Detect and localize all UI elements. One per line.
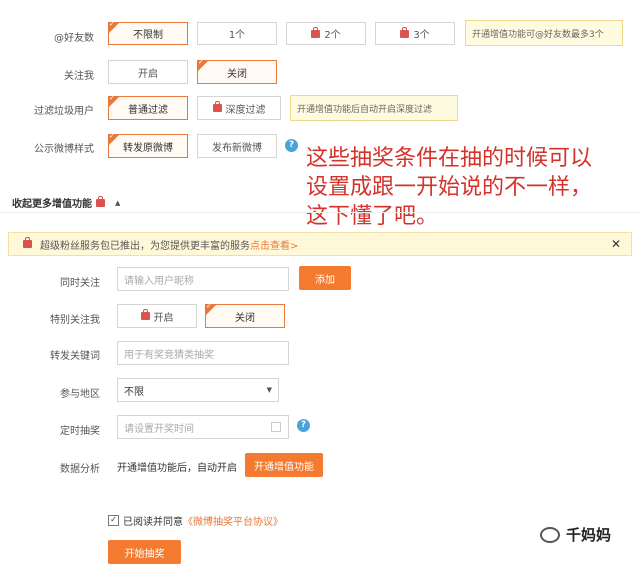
friends-option-2[interactable]: 2个 [286,22,366,45]
publish-option-repost-label: 转发原微博 [123,142,173,154]
region-value: 不限 [124,386,144,398]
sim-follow-placeholder: 请输入用户昵称 [124,275,194,287]
spam-label: 过滤垃圾用户 [34,106,94,117]
lock-icon [400,26,410,38]
chevron-up-icon: ▲ [115,198,121,207]
spam-option-normal-label: 普通过滤 [128,104,168,116]
special-follow-option-on[interactable]: 开启 [117,304,197,328]
region-label: 参与地区 [60,389,100,400]
annotation-text: 这些抽奖条件在抽的时候可以 设置成跟一开始说的不一样， 这下懂了吧。 [306,144,636,231]
analysis-label: 数据分析 [60,464,100,475]
friends-option-unlimited-label: 不限制 [133,30,163,41]
follow-option-on-label: 开启 [138,68,158,80]
annotation-line-2: 设置成跟一开始说的不一样， [306,175,593,200]
help-icon[interactable]: ? [285,139,298,152]
chevron-down-icon: ▼ [266,386,272,394]
special-follow-option-off-label: 关闭 [235,312,255,324]
wechat-icon [540,526,560,543]
promo-banner-link[interactable]: 点击查看> [250,237,298,252]
lock-icon [23,237,32,248]
close-icon[interactable]: ✕ [611,237,621,251]
lock-icon [311,26,321,38]
promo-banner-text: 超级粉丝服务包已推出，为您提供更丰富的服务 [40,240,250,252]
timer-placeholder: 请设置开奖时间 [124,423,194,435]
spam-tip-text: 开通增值功能后自动开启深度过滤 [297,104,433,115]
start-lottery-button[interactable]: 开始抽奖 [108,540,181,564]
agreement-checkbox[interactable]: ✓ [108,515,119,526]
help-icon[interactable]: ? [297,419,310,432]
add-button[interactable]: 添加 [299,266,351,290]
sim-follow-label: 同时关注 [60,278,100,289]
calendar-icon[interactable] [271,422,281,432]
friends-option-2-label: 2个 [324,30,341,41]
friends-option-unlimited[interactable]: 不限制 [108,20,188,45]
lock-icon [96,195,105,207]
spam-option-deep[interactable]: 深度过滤 [197,96,281,120]
special-follow-option-on-label: 开启 [153,312,174,324]
friends-option-3[interactable]: 3个 [375,22,455,45]
agreement-row: ✓ 已阅读并同意 《微博抽奖平台协议》 [108,513,283,528]
analysis-text: 开通增值功能后，自动开启 [117,463,237,474]
annotation-line-1: 这些抽奖条件在抽的时候可以 [306,146,593,171]
watermark-text: 千妈妈 [566,526,612,544]
friends-tip: 开通增值功能可@好友数最多3个 [465,20,623,46]
publish-option-new-label: 发布新微博 [212,142,262,154]
friends-option-1-label: 1个 [228,30,246,41]
friends-option-1[interactable]: 1个 [197,22,277,45]
timer-input[interactable]: 请设置开奖时间 [117,415,289,439]
keyword-placeholder: 用于有奖竞猜类抽奖 [124,349,214,361]
region-select[interactable]: 不限 ▼ [117,378,279,402]
lock-icon [212,101,222,112]
follow-option-on[interactable]: 开启 [108,60,188,84]
promo-banner: 超级粉丝服务包已推出，为您提供更丰富的服务 点击查看> ✕ [8,232,632,256]
friends-label: @好友数 [54,33,94,44]
friends-tip-text: 开通增值功能可@好友数最多3个 [472,29,604,40]
special-follow-option-off[interactable]: 关闭 [205,302,285,328]
keyword-label: 转发关键词 [50,351,100,362]
collapse-toggle[interactable]: 收起更多增值功能 ▲ [12,195,120,210]
friends-option-3-label: 3个 [413,30,430,41]
watermark: 千妈妈 [540,524,611,545]
special-follow-label: 特别关注我 [50,315,100,326]
spam-option-normal[interactable]: 普通过滤 [108,94,188,120]
keyword-input[interactable]: 用于有奖竞猜类抽奖 [117,341,289,365]
follow-option-off[interactable]: 关闭 [197,58,277,84]
agreement-link[interactable]: 《微博抽奖平台协议》 [183,513,283,528]
publish-option-repost[interactable]: 转发原微博 [108,132,188,158]
timer-label: 定时抽奖 [60,426,100,437]
annotation-line-3: 这下懂了吧。 [306,204,439,229]
section-divider [0,212,640,213]
publish-option-new[interactable]: 发布新微博 [197,134,277,158]
publish-label: 公示微博样式 [34,144,94,155]
activate-premium-button[interactable]: 开通增值功能 [245,453,323,477]
follow-label: 关注我 [64,71,94,82]
follow-option-off-label: 关闭 [227,68,247,80]
spam-option-deep-label: 深度过滤 [225,104,266,116]
agreement-text: 已阅读并同意 [123,517,183,528]
sim-follow-input[interactable]: 请输入用户昵称 [117,267,289,291]
collapse-label: 收起更多增值功能 [12,199,92,210]
lock-icon [140,309,150,320]
spam-tip: 开通增值功能后自动开启深度过滤 [290,95,458,121]
